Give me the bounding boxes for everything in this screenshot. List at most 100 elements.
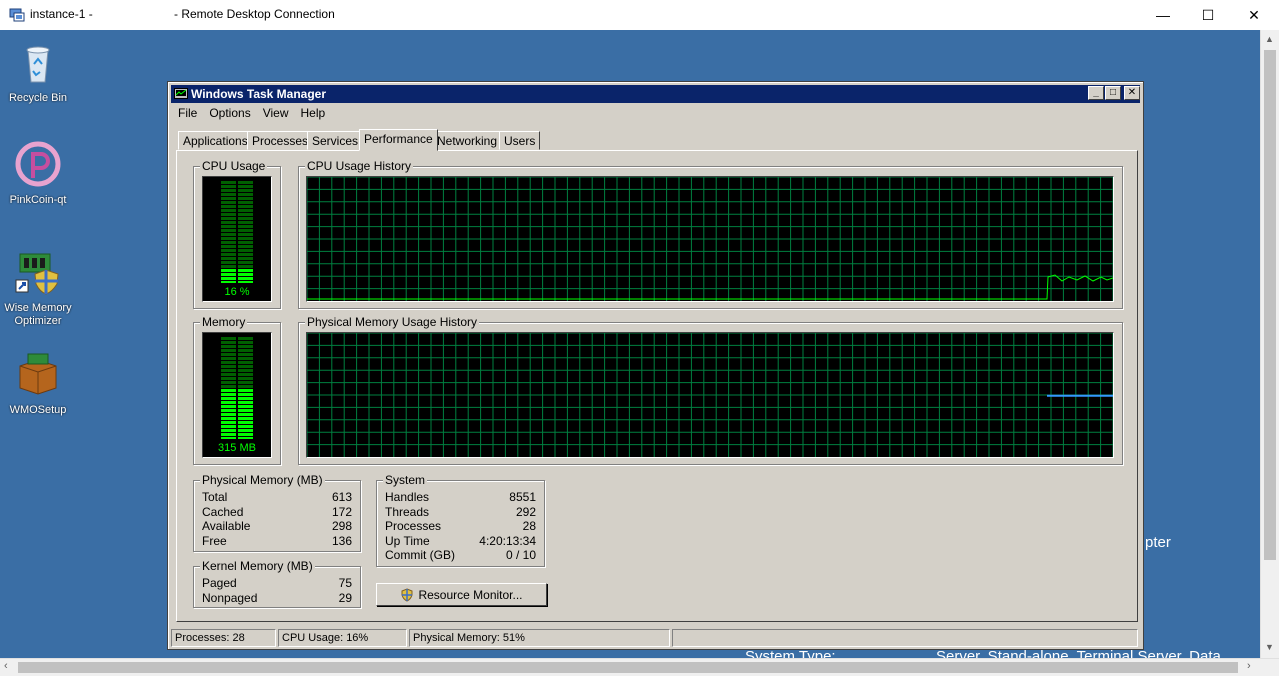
scroll-down-arrow-icon[interactable]: ▼	[1265, 642, 1274, 652]
memory-meter-segment	[238, 393, 253, 396]
rdp-maximize-button[interactable]: ☐	[1185, 0, 1231, 30]
cpu-meter-segment	[238, 281, 253, 283]
kernel-memory-label: Kernel Memory (MB)	[200, 559, 315, 573]
memory-meter-segment	[221, 337, 236, 340]
tm-close-button[interactable]: ✕	[1124, 86, 1140, 100]
task-manager-titlebar[interactable]: Windows Task Manager _ □ ✕	[171, 85, 1140, 103]
rdp-titlebar[interactable]: instance-1 - - Remote Desktop Connection…	[0, 0, 1279, 30]
cpu-meter-segment	[238, 193, 253, 196]
desktop-icon-label: Wise Memory Optimizer	[4, 302, 72, 327]
tab-performance[interactable]: Performance	[359, 129, 438, 151]
menu-options[interactable]: Options	[203, 105, 256, 123]
cpu-meter-segment	[238, 217, 253, 220]
vertical-scroll-thumb[interactable]	[1264, 50, 1276, 560]
memory-meter-segment	[238, 429, 253, 432]
cpu-meter-segment	[238, 189, 253, 192]
cpu-meter-segment	[238, 221, 253, 224]
cpu-meter-segment	[221, 277, 236, 280]
stat-value: 28	[522, 519, 536, 533]
stat-label: Handles	[385, 490, 430, 504]
cpu-meter-segment	[221, 213, 236, 216]
rdp-close-button[interactable]: ✕	[1231, 0, 1277, 30]
memory-meter-segment	[221, 361, 236, 364]
cpu-meter-segment	[221, 181, 236, 184]
desktop-icon-pinkcoin[interactable]: PinkCoin-qt	[1, 140, 75, 207]
vertical-scrollbar[interactable]: ▲ ▼	[1260, 30, 1279, 658]
task-manager-window[interactable]: Windows Task Manager _ □ ✕ File Options …	[167, 81, 1144, 650]
rdp-minimize-button[interactable]: —	[1140, 0, 1186, 30]
cpu-meter-segment	[221, 205, 236, 208]
memory-history-graph	[306, 332, 1114, 458]
menu-file[interactable]: File	[172, 105, 203, 123]
cpu-meter-segment	[238, 233, 253, 236]
memory-meter-segment	[238, 421, 253, 424]
stat-value: 0 / 10	[505, 548, 536, 562]
tm-maximize-button[interactable]: □	[1105, 86, 1121, 100]
menu-help[interactable]: Help	[295, 105, 332, 123]
menu-view[interactable]: View	[257, 105, 295, 123]
memory-meter-segment	[238, 409, 253, 412]
memory-meter-segment	[221, 369, 236, 372]
memory-meter-segment	[221, 389, 236, 392]
status-bar: Processes: 28 CPU Usage: 16% Physical Me…	[171, 629, 1140, 647]
desktop-icon-wmosetup[interactable]: WMOSetup	[1, 350, 75, 417]
scroll-right-arrow-icon[interactable]: ›	[1247, 660, 1251, 672]
physical-memory-group: Physical Memory (MB) Total 613 Cached 17…	[193, 473, 361, 552]
horizontal-scroll-thumb[interactable]	[18, 662, 1238, 673]
cpu-meter-segment	[221, 265, 236, 268]
memory-meter-segment	[221, 397, 236, 400]
cpu-meter-segment	[238, 209, 253, 212]
desktop-icon-label: WMOSetup	[9, 404, 67, 416]
tab-processes[interactable]: Processes	[247, 131, 314, 150]
cpu-usage-label: CPU Usage	[200, 159, 268, 173]
cpu-meter-segment	[238, 225, 253, 228]
memory-meter-segment	[221, 433, 236, 436]
cpu-meter-segment	[238, 257, 253, 260]
task-manager-icon	[174, 88, 188, 99]
memory-meter-segment	[238, 385, 253, 388]
memory-meter-segment	[238, 349, 253, 352]
memory-meter-segment	[221, 381, 236, 384]
memory-meter-segment	[221, 413, 236, 416]
memory-meter-segment	[221, 357, 236, 360]
resource-monitor-button[interactable]: Resource Monitor...	[376, 583, 547, 606]
tm-minimize-button[interactable]: _	[1088, 86, 1104, 100]
stat-label: Available	[202, 519, 251, 533]
memory-history-group: Physical Memory Usage History	[298, 315, 1123, 465]
memory-chip-shield-icon	[15, 253, 59, 295]
cpu-meter-segment	[238, 261, 253, 264]
tab-networking[interactable]: Networking	[432, 131, 503, 150]
status-empty-cell	[672, 629, 1138, 647]
memory-meter-segment	[221, 373, 236, 376]
cpu-meter-segment	[221, 257, 236, 260]
tab-services[interactable]: Services	[307, 131, 364, 150]
memory-meter-segment	[221, 345, 236, 348]
memory-meter-segment	[238, 425, 253, 428]
tab-users[interactable]: Users	[499, 131, 541, 150]
memory-meter-segment	[238, 345, 253, 348]
memory-meter-segment	[221, 353, 236, 356]
cpu-meter-segment	[221, 233, 236, 236]
scroll-left-arrow-icon[interactable]: ‹	[4, 660, 8, 672]
memory-meter-segment	[221, 429, 236, 432]
desktop-icon-wise-memory-optimizer[interactable]: Wise Memory Optimizer	[1, 248, 75, 328]
memory-meter-segment	[221, 405, 236, 408]
cpu-meter-segment	[238, 249, 253, 252]
system-group: System Handles 8551 Threads 292 Processe…	[376, 473, 545, 567]
horizontal-scrollbar[interactable]: ‹ ›	[0, 658, 1279, 676]
cpu-meter-segment	[238, 229, 253, 232]
memory-meter-segment	[221, 421, 236, 424]
cpu-meter-segment	[221, 201, 236, 204]
background-text-fragment: pter	[1145, 534, 1171, 551]
memory-meter-segment	[221, 437, 236, 439]
stat-label: Cached	[202, 505, 244, 519]
desktop-icon-recycle-bin[interactable]: Recycle Bin	[1, 38, 75, 105]
memory-meter-segment	[238, 413, 253, 416]
cpu-meter-segment	[238, 205, 253, 208]
memory-meter-segment	[221, 417, 236, 420]
scroll-up-arrow-icon[interactable]: ▲	[1265, 34, 1274, 44]
stat-value: 29	[338, 591, 352, 605]
memory-meter-segment	[238, 341, 253, 344]
memory-meter-segment	[221, 425, 236, 428]
tab-applications[interactable]: Applications	[178, 131, 253, 150]
